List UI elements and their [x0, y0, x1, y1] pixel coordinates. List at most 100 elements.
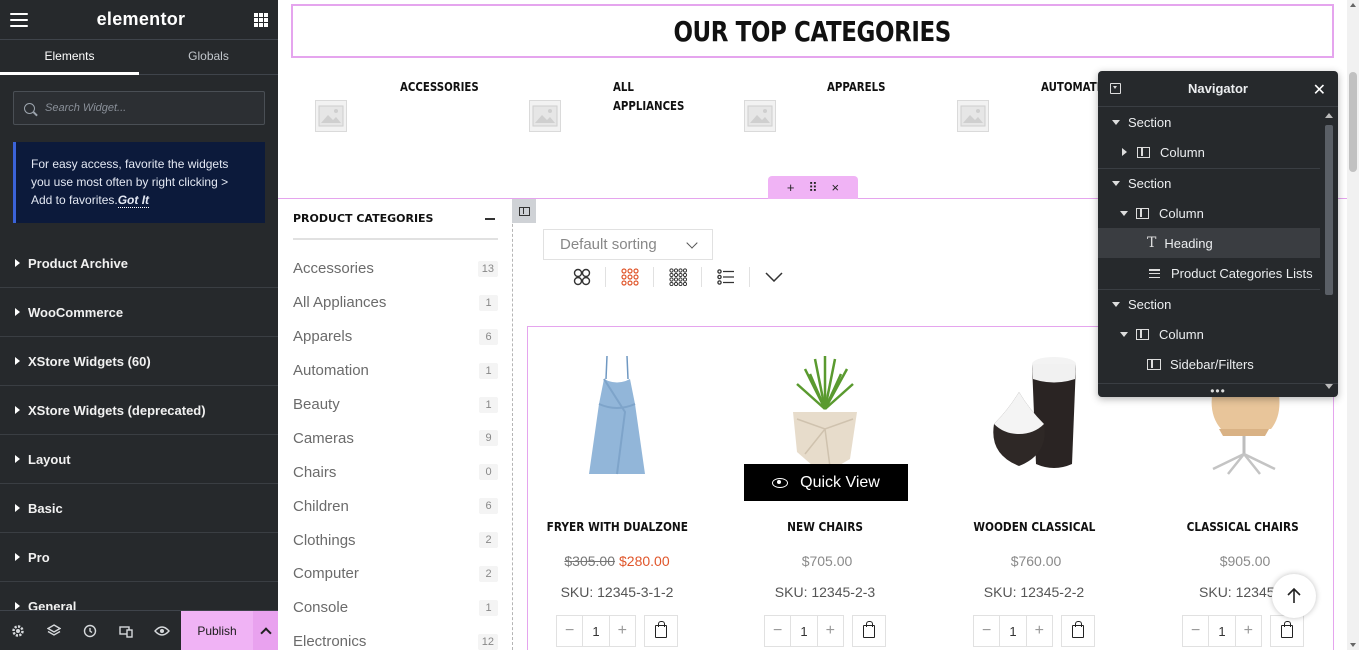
product-image-plant[interactable] — [735, 334, 915, 484]
got-it-link[interactable]: Got It — [117, 193, 150, 208]
publish-options-button[interactable] — [253, 611, 278, 650]
product-image-vases[interactable] — [944, 334, 1124, 484]
product-name[interactable]: FRYER WITH DUALZONE — [546, 520, 687, 534]
grid-3-icon[interactable] — [606, 263, 653, 291]
column-handle[interactable] — [512, 199, 536, 223]
chevron-down-icon — [686, 237, 698, 249]
navigator-resize-handle[interactable]: ••• — [1098, 383, 1338, 397]
product-name[interactable]: NEW CHAIRS — [787, 520, 863, 534]
nav-section[interactable]: Section — [1098, 107, 1320, 137]
collapse-minus-icon[interactable] — [485, 217, 495, 220]
tab-elements[interactable]: Elements — [0, 40, 139, 75]
widgets-grid-icon[interactable] — [253, 12, 268, 27]
drag-section-icon[interactable]: ⠿ — [808, 180, 818, 196]
preview-eye-icon[interactable] — [144, 611, 180, 650]
navigator-scrollbar[interactable] — [1324, 111, 1334, 389]
list-item[interactable]: Apparels 6 — [293, 320, 498, 354]
add-to-cart-button[interactable] — [1270, 615, 1304, 647]
heading-widget[interactable]: OUR TOP CATEGORIES — [291, 4, 1334, 58]
quick-view-button[interactable]: Quick View — [744, 464, 908, 501]
product-name[interactable]: CLASSICAL CHAIRS — [1187, 520, 1299, 534]
caret-right-icon — [15, 455, 20, 463]
image-placeholder-icon — [315, 100, 347, 132]
product-image-dress[interactable] — [527, 334, 707, 484]
shopping-bag-icon — [655, 620, 667, 638]
list-item[interactable]: Cameras 9 — [293, 421, 498, 455]
minus-button[interactable]: − — [974, 616, 999, 646]
list-item[interactable]: Electronics 12 — [293, 625, 498, 650]
back-to-top-button[interactable] — [1272, 574, 1316, 618]
category-product-archive[interactable]: Product Archive — [0, 239, 278, 288]
arrow-up-icon — [1287, 587, 1301, 603]
sorting-select[interactable]: Default sorting — [543, 229, 713, 260]
list-icon — [1149, 269, 1160, 279]
plus-button[interactable]: + — [818, 616, 843, 646]
list-item[interactable]: Automation 1 — [293, 354, 498, 388]
product-categories-widget: PRODUCT CATEGORIES Accessories 13 All App… — [293, 212, 498, 650]
minus-button[interactable]: − — [1183, 616, 1208, 646]
publish-button[interactable]: Publish — [181, 611, 253, 650]
close-icon[interactable]: ✕ — [1313, 80, 1326, 100]
quantity-input[interactable]: 1 — [1208, 616, 1236, 646]
category-basic[interactable]: Basic — [0, 484, 278, 533]
plus-button[interactable]: + — [610, 616, 635, 646]
category-pro[interactable]: Pro — [0, 533, 278, 582]
minus-button[interactable]: − — [557, 616, 582, 646]
list-item[interactable]: Console 1 — [293, 591, 498, 625]
product-name[interactable]: WOODEN CLASSICAL — [973, 520, 1095, 534]
category-layout[interactable]: Layout — [0, 435, 278, 484]
menu-icon[interactable] — [10, 12, 28, 27]
add-to-cart-button[interactable] — [852, 615, 886, 647]
quantity-input[interactable]: 1 — [582, 616, 610, 646]
count-badge: 1 — [479, 599, 498, 616]
nav-product-categories-lists[interactable]: Product Categories Lists — [1098, 258, 1320, 288]
product-card[interactable]: FRYER WITH DUALZONE $305.00 $280.00 SKU: … — [527, 334, 707, 647]
nav-column[interactable]: Column — [1098, 319, 1320, 349]
category-xstore-widgets[interactable]: XStore Widgets (60) — [0, 337, 278, 386]
nav-heading[interactable]: T Heading — [1098, 228, 1320, 259]
list-item[interactable]: Children 6 — [293, 489, 498, 523]
add-section-icon[interactable]: + — [787, 180, 795, 195]
history-icon[interactable] — [72, 611, 108, 650]
settings-icon[interactable] — [0, 611, 36, 650]
category-woocommerce[interactable]: WooCommerce — [0, 288, 278, 337]
quantity-stepper: − 1 + — [1182, 615, 1262, 647]
tab-globals[interactable]: Globals — [139, 40, 278, 75]
nav-section[interactable]: Section — [1098, 288, 1320, 319]
product-categories-title: PRODUCT CATEGORIES — [293, 212, 434, 225]
grid-4-icon[interactable] — [654, 263, 701, 291]
add-to-cart-button[interactable] — [644, 615, 678, 647]
minus-button[interactable]: − — [765, 616, 790, 646]
caret-right-icon — [15, 602, 20, 610]
list-icon[interactable] — [702, 263, 749, 291]
nav-column[interactable]: Column — [1098, 137, 1320, 167]
quantity-input[interactable]: 1 — [999, 616, 1027, 646]
search-widget-input[interactable] — [45, 102, 245, 114]
list-item[interactable]: All Appliances 1 — [293, 286, 498, 320]
collapse-all-icon[interactable] — [1110, 83, 1121, 94]
layers-icon[interactable] — [36, 611, 72, 650]
grid-2-icon[interactable] — [558, 263, 605, 291]
list-item[interactable]: Accessories 13 — [293, 252, 498, 286]
more-chevron-icon[interactable] — [750, 263, 797, 291]
page-scrollbar[interactable] — [1347, 0, 1359, 650]
delete-section-icon[interactable]: × — [832, 180, 840, 195]
navigator-panel: Navigator ✕ Section Column Section Colum… — [1098, 71, 1338, 397]
nav-sidebar-filters[interactable]: Sidebar/Filters — [1098, 349, 1320, 379]
product-sku: SKU: 12345-2-2 — [983, 584, 1085, 600]
search-icon — [24, 102, 35, 114]
list-item[interactable]: Chairs 0 — [293, 455, 498, 489]
responsive-icon[interactable] — [108, 611, 144, 650]
plus-button[interactable]: + — [1236, 616, 1261, 646]
list-item[interactable]: Clothings 2 — [293, 523, 498, 557]
nav-column[interactable]: Column — [1098, 198, 1320, 228]
list-item[interactable]: Beauty 1 — [293, 388, 498, 422]
category-xstore-deprecated[interactable]: XStore Widgets (deprecated) — [0, 386, 278, 435]
navigator-header[interactable]: Navigator ✕ — [1098, 71, 1338, 107]
nav-section[interactable]: Section — [1098, 167, 1320, 198]
list-item[interactable]: Computer 2 — [293, 557, 498, 591]
add-to-cart-button[interactable] — [1061, 615, 1095, 647]
plus-button[interactable]: + — [1027, 616, 1052, 646]
quantity-input[interactable]: 1 — [790, 616, 818, 646]
product-card[interactable]: WOODEN CLASSICAL $760.00 SKU: 12345-2-2 … — [944, 334, 1124, 647]
